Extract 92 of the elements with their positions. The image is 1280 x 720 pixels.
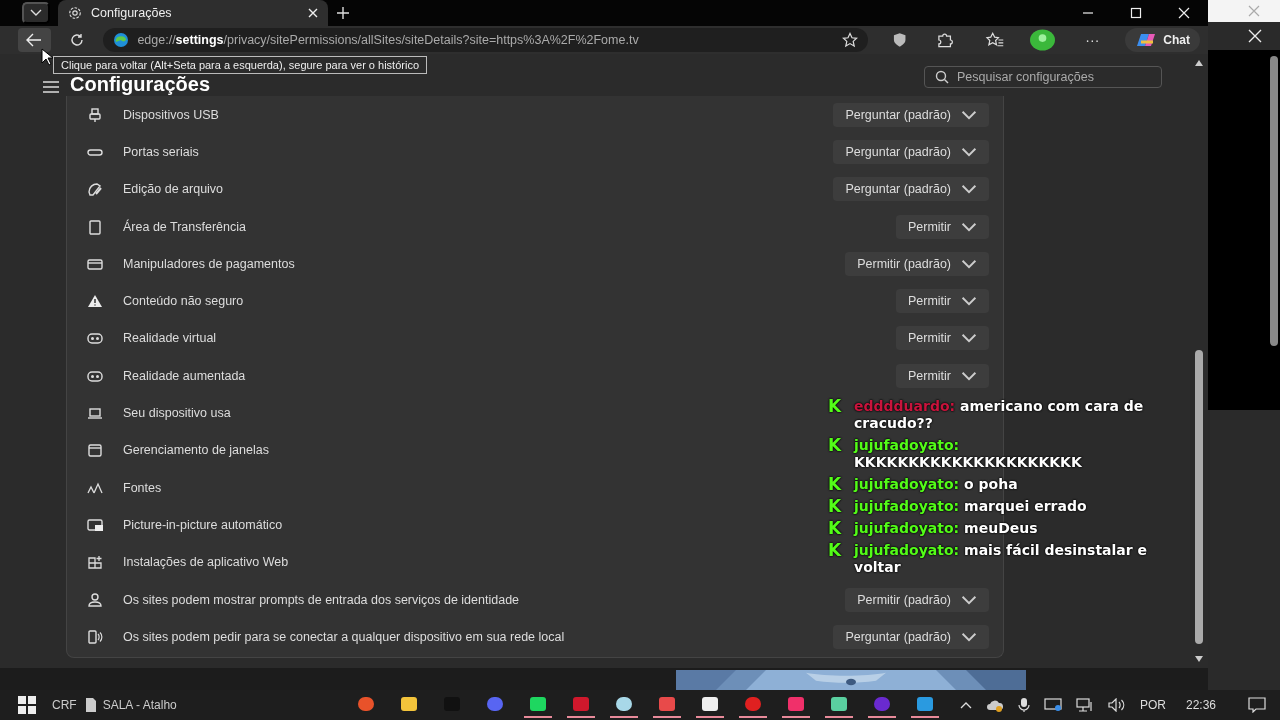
chat-message: jujufadoyato: KKKKKKKKKKKKKKKKKKKKK <box>854 437 1083 471</box>
clipboard-icon <box>87 218 103 235</box>
permission-label: Os sites podem mostrar prompts de entrada dos serviços de identidade <box>123 592 520 607</box>
file-icon <box>84 698 97 712</box>
window-icon <box>87 442 103 459</box>
badge-icon: K <box>828 542 846 559</box>
monitor-icon[interactable] <box>1043 698 1062 712</box>
permission-dropdown[interactable]: Permitir (padrão) <box>845 251 989 276</box>
permission-dropdown[interactable]: Permitir <box>895 363 989 388</box>
browser-tab[interactable]: Configurações <box>58 0 328 26</box>
warning-icon <box>87 293 103 310</box>
menu-icon[interactable] <box>42 80 60 94</box>
permission-label: Seu dispositivo usa <box>123 406 231 420</box>
reload-icon <box>70 33 85 47</box>
permission-dropdown[interactable]: Perguntar (padrão) <box>833 624 989 649</box>
scrollbar-thumb[interactable] <box>1270 56 1278 346</box>
permission-label: Realidade virtual <box>123 331 217 346</box>
permission-dropdown[interactable]: Perguntar (padrão) <box>833 102 989 127</box>
permission-label: Realidade aumentada <box>123 368 246 383</box>
chat-message: jujufadoyato: meuDeus <box>854 520 1038 537</box>
permission-dropdown[interactable]: Permitir <box>895 214 989 239</box>
copilot-icon <box>1135 32 1158 48</box>
permission-label: Portas seriais <box>123 144 199 159</box>
avatar-icon[interactable] <box>1030 29 1056 51</box>
chat-message: jujufadoyato: o poha <box>854 476 1018 493</box>
chevron-icon <box>30 9 42 17</box>
permission-label: Dispositivos USB <box>123 107 219 122</box>
permission-dropdown[interactable]: Permitir <box>895 326 989 351</box>
badge-icon: K <box>828 398 846 415</box>
permission-label: Os sites podem pedir para se conectar a qualquer dispositivo em sua rede local <box>123 629 565 644</box>
url-text: edge://settings/privacy/sitePermissions/allSites/siteDetails?site=https%3A%2F%2Fome.tv <box>137 33 640 47</box>
laptop-icon <box>87 405 103 421</box>
language-indicator[interactable]: POR <box>1139 698 1166 712</box>
apps-icon <box>87 554 103 571</box>
mouse-cursor-icon <box>41 48 53 66</box>
desktop-shortcut[interactable]: CRF <box>52 698 77 712</box>
settings-icon <box>68 6 82 20</box>
badge-icon: K <box>828 520 846 537</box>
search-icon <box>935 70 949 84</box>
puzzle-icon[interactable] <box>935 31 954 49</box>
browser-logo-icon <box>113 32 130 48</box>
permission-dropdown[interactable]: Permitir <box>895 289 989 314</box>
badge-icon: K <box>828 498 846 515</box>
back-button[interactable] <box>18 28 51 52</box>
new-tab-icon[interactable] <box>336 6 350 20</box>
permission-dropdown[interactable]: Perguntar (padrão) <box>833 139 989 164</box>
chat-message: edddduardo: americano com cara de cracudo?? <box>854 398 1145 432</box>
permission-dropdown[interactable]: Permitir (padrão) <box>845 587 989 612</box>
search-box[interactable]: Pesquisar configurações <box>924 66 1162 88</box>
tab-menu-button[interactable] <box>22 2 50 24</box>
chevron-up-icon[interactable] <box>959 701 972 709</box>
badge-icon: K <box>828 476 846 493</box>
tooltip: Clique para voltar (Alt+Seta para a esquerda), segure para ver o histórico <box>53 56 427 74</box>
scroll-up-icon[interactable] <box>1195 60 1203 66</box>
permission-label: Manipuladores de pagamentos <box>123 256 295 271</box>
chat-message: jujufadoyato: marquei errado <box>854 498 1087 515</box>
speaker-icon[interactable] <box>1107 698 1126 712</box>
desktop-shortcut[interactable]: SALA - Atalho <box>102 698 177 712</box>
microphone-icon[interactable] <box>1017 697 1030 713</box>
star-icon[interactable] <box>842 32 859 48</box>
page-title: Configurações <box>70 74 211 94</box>
file-edit-icon <box>87 181 103 198</box>
pip-icon <box>87 516 103 533</box>
notification-icon[interactable] <box>1248 697 1266 713</box>
permission-label: Gerenciamento de janelas <box>123 443 269 458</box>
clock-time[interactable]: 22:36 <box>1185 698 1216 712</box>
permission-label: Fontes <box>123 480 162 495</box>
shield-icon[interactable] <box>892 32 908 48</box>
badge-icon: K <box>828 437 846 454</box>
back-arrow-icon <box>26 33 43 47</box>
more-button[interactable]: ··· <box>1079 32 1106 48</box>
scrollbar-thumb[interactable] <box>1195 350 1203 644</box>
network-icon[interactable] <box>1075 698 1094 712</box>
permission-label: Instalações de aplicativo Web <box>123 555 289 570</box>
permission-dropdown[interactable]: Perguntar (padrão) <box>833 177 989 202</box>
phone-icon <box>87 628 103 645</box>
permission-label: Edição de arquivo <box>123 182 224 197</box>
permission-label: Picture-in-picture automático <box>123 517 283 532</box>
person-icon <box>87 591 103 608</box>
maximize-icon[interactable] <box>1130 7 1142 19</box>
chat-button[interactable]: Chat <box>1125 28 1200 52</box>
windows-start-icon[interactable] <box>18 696 36 714</box>
usb-icon <box>87 106 103 123</box>
chat-message: jujufadoyato: mais fácil desinstalar e voltar <box>854 542 1149 576</box>
cloud-icon[interactable] <box>985 698 1004 712</box>
search-field[interactable]: Pesquisar configurações <box>957 70 1147 84</box>
permission-label: Área de Transferência <box>123 219 246 234</box>
headset-icon <box>87 330 103 347</box>
address-bar[interactable]: edge://settings/privacy/sitePermissions/allSites/siteDetails?site=https%3A%2F%2Fome.tv <box>103 28 869 52</box>
favorites-icon[interactable] <box>985 31 1005 49</box>
scroll-down-icon[interactable] <box>1195 656 1203 662</box>
permission-label: Conteúdo não seguro <box>123 294 244 309</box>
